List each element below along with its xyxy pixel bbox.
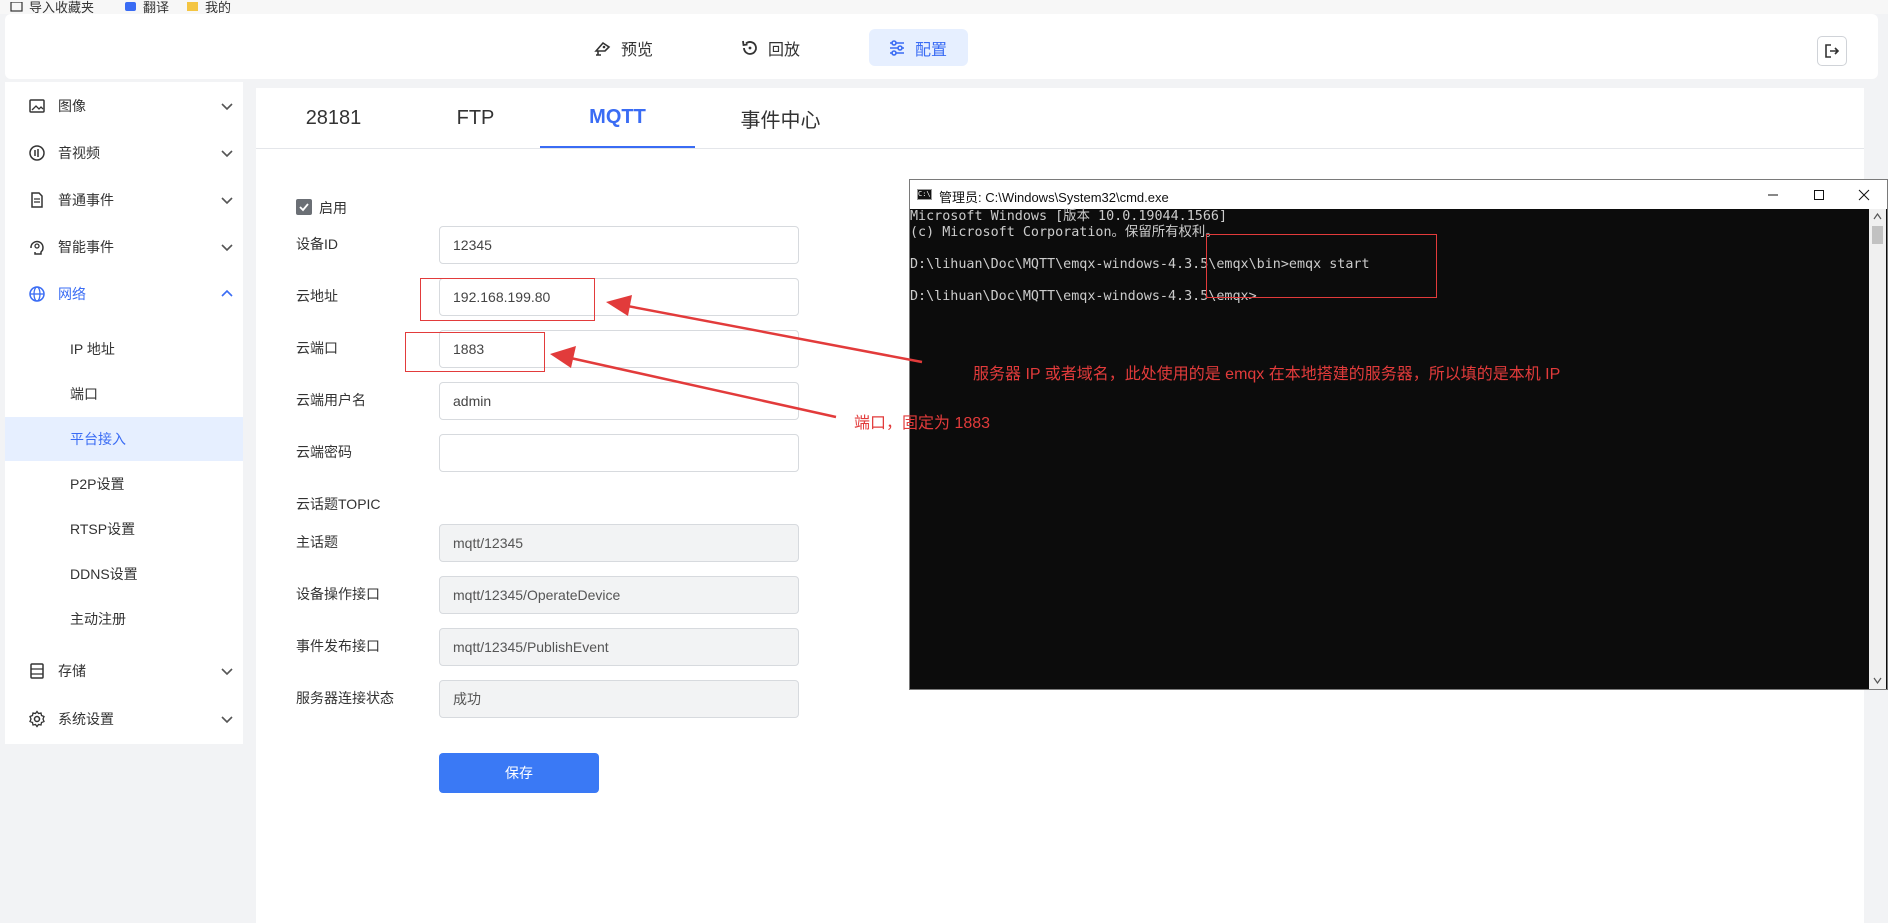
arrow-server-head	[606, 295, 632, 316]
arrow-port-head	[550, 346, 576, 368]
arrow-port-line	[565, 355, 837, 419]
arrow-server-line	[621, 303, 923, 364]
annotation-port-note: 端口，固定为 1883	[854, 415, 991, 432]
annotation-server-note: 服务器 IP 或者域名，此处使用的是 emqx 在本地搭建的服务器，所以填的是本…	[973, 366, 1561, 383]
annotation-arrows	[550, 295, 923, 419]
